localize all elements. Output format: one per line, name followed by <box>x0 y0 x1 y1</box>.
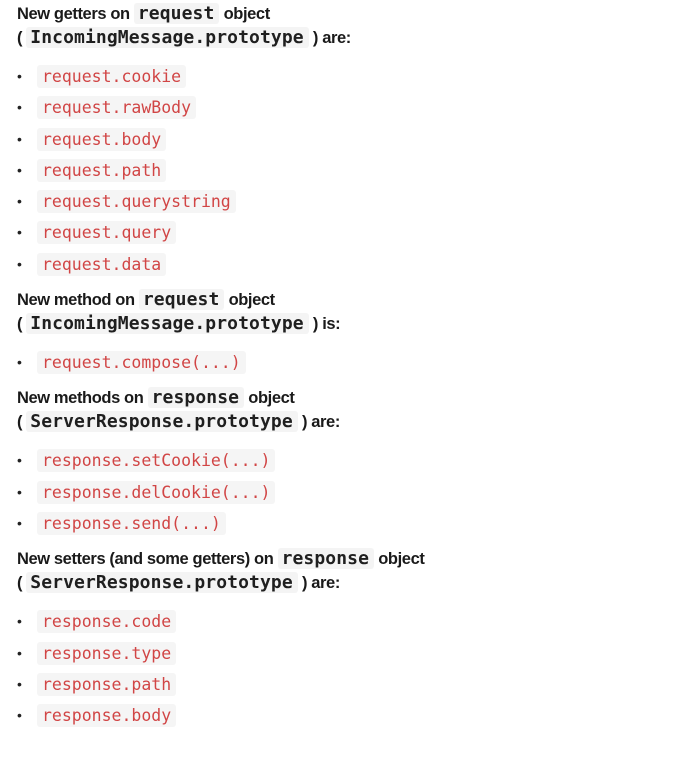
bullet-icon: • <box>17 644 22 661</box>
heading-line-1: New method on request object <box>17 288 674 312</box>
code-item: response.body <box>37 704 177 728</box>
code-item: response.path <box>37 672 177 696</box>
section-response-setters: New setters (and some getters) on respon… <box>17 547 674 731</box>
list-item: • response.send(...) <box>17 508 674 539</box>
bullet-icon: • <box>17 452 22 469</box>
item-list: • request.compose(...) <box>17 347 674 378</box>
heading-object-code: response <box>277 548 375 570</box>
bullet-icon: • <box>17 193 22 210</box>
heading-suffix: object <box>248 389 295 408</box>
bullet-icon: • <box>17 707 22 724</box>
heading-open-paren: ( <box>17 413 23 432</box>
list-item: • request.query <box>17 217 674 248</box>
heading-tail: ) are: <box>301 413 340 432</box>
bullet-icon: • <box>17 675 22 692</box>
bullet-icon: • <box>17 613 22 630</box>
heading-open-paren: ( <box>17 315 23 334</box>
heading-prefix: New method on <box>17 291 135 310</box>
heading-prototype-code: IncomingMessage.prototype <box>26 27 309 48</box>
list-item: • response.path <box>17 669 674 700</box>
bullet-icon: • <box>17 483 22 500</box>
heading-tail: ) is: <box>312 315 341 334</box>
list-item: • request.body <box>17 124 674 155</box>
code-item: response.code <box>37 610 177 634</box>
item-list: • response.setCookie(...) • response.delCo… <box>17 445 674 539</box>
bullet-icon: • <box>17 161 22 178</box>
list-item: • request.querystring <box>17 186 674 217</box>
heading-open-paren: ( <box>17 574 23 593</box>
code-item: request.data <box>37 252 167 276</box>
bullet-icon: • <box>17 68 22 84</box>
item-list: • response.code • response.type • response.… <box>17 606 674 731</box>
code-item: request.querystring <box>37 190 236 214</box>
heading-object-code: request <box>133 3 220 24</box>
code-item: request.cookie <box>37 65 187 88</box>
heading-tail: ) are: <box>301 574 340 593</box>
heading-line-2: ( IncomingMessage.prototype ) is: <box>17 312 674 336</box>
heading-line-2: ( ServerResponse.prototype ) are: <box>17 571 674 595</box>
heading-suffix: object <box>378 550 425 569</box>
bullet-icon: • <box>17 224 22 241</box>
heading-tail: ) are: <box>312 29 351 47</box>
heading-prefix: New getters on <box>17 5 130 23</box>
heading-object-code: request <box>138 289 225 311</box>
heading-line-1: New setters (and some getters) on respon… <box>17 547 674 571</box>
code-item: request.query <box>37 221 177 245</box>
section-heading: New methods on response object ( ServerR… <box>17 386 674 434</box>
document: New getters on request object ( Incoming… <box>0 0 674 731</box>
section-request-getters: New getters on request object ( Incoming… <box>17 2 674 288</box>
code-item: response.type <box>37 641 177 665</box>
heading-open-paren: ( <box>17 29 23 47</box>
list-item: • response.type <box>17 638 674 669</box>
code-item: request.path <box>37 158 167 182</box>
list-item: • response.body <box>17 700 674 731</box>
bullet-icon: • <box>17 99 22 116</box>
bullet-icon: • <box>17 354 22 371</box>
heading-prototype-code: ServerResponse.prototype <box>26 411 298 433</box>
bullet-icon: • <box>17 130 22 147</box>
code-item: request.compose(...) <box>37 351 246 375</box>
list-item: • request.rawBody <box>17 92 674 123</box>
heading-object-code: response <box>147 387 245 409</box>
list-item: • response.delCookie(...) <box>17 477 674 508</box>
heading-prototype-code: ServerResponse.prototype <box>26 572 298 594</box>
heading-suffix: object <box>228 291 276 310</box>
code-item: response.send(...) <box>37 511 226 535</box>
heading-suffix: object <box>223 5 271 23</box>
list-item: • request.cookie <box>17 61 674 92</box>
heading-prefix: New methods on <box>17 389 144 408</box>
section-heading: New method on request object ( IncomingM… <box>17 288 674 336</box>
heading-line-2: ( IncomingMessage.prototype ) are: <box>17 26 674 50</box>
code-item: response.setCookie(...) <box>37 449 276 473</box>
list-item: • request.path <box>17 155 674 186</box>
code-item: request.rawBody <box>37 96 197 120</box>
section-heading: New setters (and some getters) on respon… <box>17 547 674 595</box>
heading-prototype-code: IncomingMessage.prototype <box>26 313 309 335</box>
heading-line-2: ( ServerResponse.prototype ) are: <box>17 410 674 434</box>
item-list: • request.cookie • request.rawBody • reques… <box>17 61 674 280</box>
code-item: response.delCookie(...) <box>37 480 276 504</box>
code-item: request.body <box>37 127 167 151</box>
section-response-methods: New methods on response object ( ServerR… <box>17 386 674 547</box>
list-item: • response.code <box>17 606 674 637</box>
heading-line-1: New methods on response object <box>17 386 674 410</box>
section-heading: New getters on request object ( Incoming… <box>17 2 674 50</box>
heading-prefix: New setters (and some getters) on <box>17 550 274 569</box>
bullet-icon: • <box>17 514 22 531</box>
section-request-method: New method on request object ( IncomingM… <box>17 288 674 386</box>
heading-line-1: New getters on request object <box>17 2 674 26</box>
bullet-icon: • <box>17 255 22 272</box>
list-item: • response.setCookie(...) <box>17 445 674 476</box>
list-item: • request.data <box>17 249 674 280</box>
list-item: • request.compose(...) <box>17 347 674 378</box>
